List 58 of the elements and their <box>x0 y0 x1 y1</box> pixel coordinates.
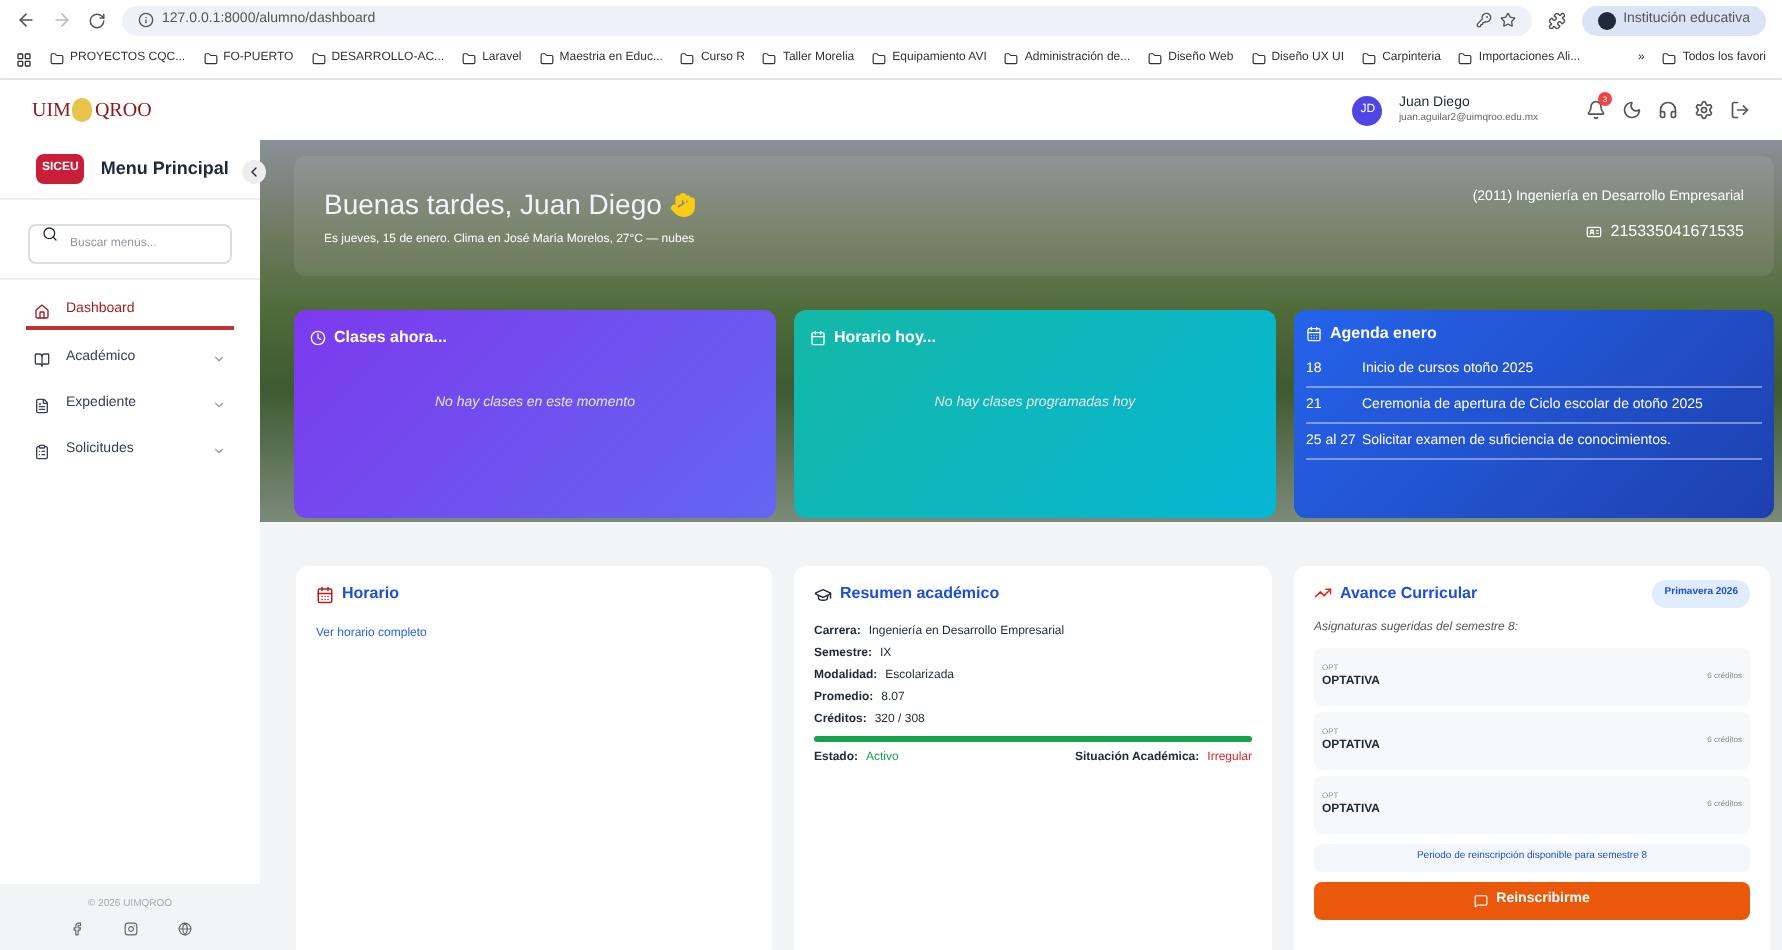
folder-icon <box>762 52 777 66</box>
chevron-down-icon <box>212 444 226 458</box>
folder-icon <box>1251 52 1266 66</box>
calendar-icon <box>316 585 334 603</box>
clock-icon <box>310 330 326 346</box>
greeting-text: Buenas tardes, Juan Diego <box>324 185 662 224</box>
card-title: Avance Curricular <box>1340 581 1478 606</box>
info-icon <box>138 12 154 28</box>
notification-icon[interactable] <box>1586 100 1606 120</box>
waving-hand-icon <box>669 191 696 217</box>
book-icon <box>34 351 50 367</box>
key-icon[interactable] <box>1475 12 1492 28</box>
calendar-icon <box>1306 326 1322 342</box>
extension-icon[interactable] <box>1547 11 1566 29</box>
graduation-cap-icon <box>814 585 832 603</box>
logout-icon[interactable] <box>1730 100 1750 120</box>
logo: UIM QROO <box>32 95 152 125</box>
card-title: Horario <box>342 582 399 606</box>
card-title: Resumen académico <box>840 582 1000 606</box>
headphones-icon[interactable] <box>1658 100 1678 120</box>
instagram-icon[interactable] <box>123 922 137 937</box>
message-icon <box>1474 893 1489 907</box>
folder-icon <box>1148 52 1163 66</box>
folder-icon <box>462 52 477 66</box>
facebook-icon[interactable] <box>69 922 83 937</box>
folder-icon <box>539 52 554 66</box>
bookmark-star-icon[interactable] <box>1499 12 1516 28</box>
folder-icon <box>203 52 218 66</box>
chevron-down-icon <box>212 352 226 366</box>
folder-icon <box>311 52 326 66</box>
reload-icon[interactable] <box>88 11 106 29</box>
chevron-down-icon <box>212 398 226 412</box>
settings-icon[interactable] <box>1694 100 1714 120</box>
folder-icon <box>680 52 695 66</box>
card-title: Agenda enero <box>1330 322 1437 346</box>
moon-icon[interactable] <box>1622 100 1642 120</box>
document-icon <box>34 397 50 413</box>
collapse-button[interactable] <box>242 160 266 184</box>
chart-trend-icon <box>1314 584 1332 603</box>
back-icon[interactable] <box>16 10 36 30</box>
card-title: Clases ahora... <box>334 326 447 350</box>
folder-icon <box>1004 52 1019 66</box>
student-id: 215335041671535 <box>1610 219 1744 244</box>
globe-icon[interactable] <box>177 922 191 937</box>
search-icon <box>42 226 58 242</box>
home-icon <box>34 303 50 319</box>
id-card-icon <box>1586 223 1603 240</box>
folder-icon <box>872 52 887 66</box>
folder-icon <box>50 52 64 66</box>
folder-icon <box>1458 52 1473 66</box>
chevron-left-icon <box>246 164 262 180</box>
folder-icon <box>1662 52 1677 66</box>
calendar-icon <box>810 330 826 346</box>
card-title: Horario hoy... <box>834 326 936 350</box>
apps-icon[interactable] <box>16 51 32 67</box>
folder-icon <box>1362 52 1377 66</box>
sidebar-title: Menu Principal <box>100 155 229 182</box>
clipboard-icon <box>34 443 50 459</box>
